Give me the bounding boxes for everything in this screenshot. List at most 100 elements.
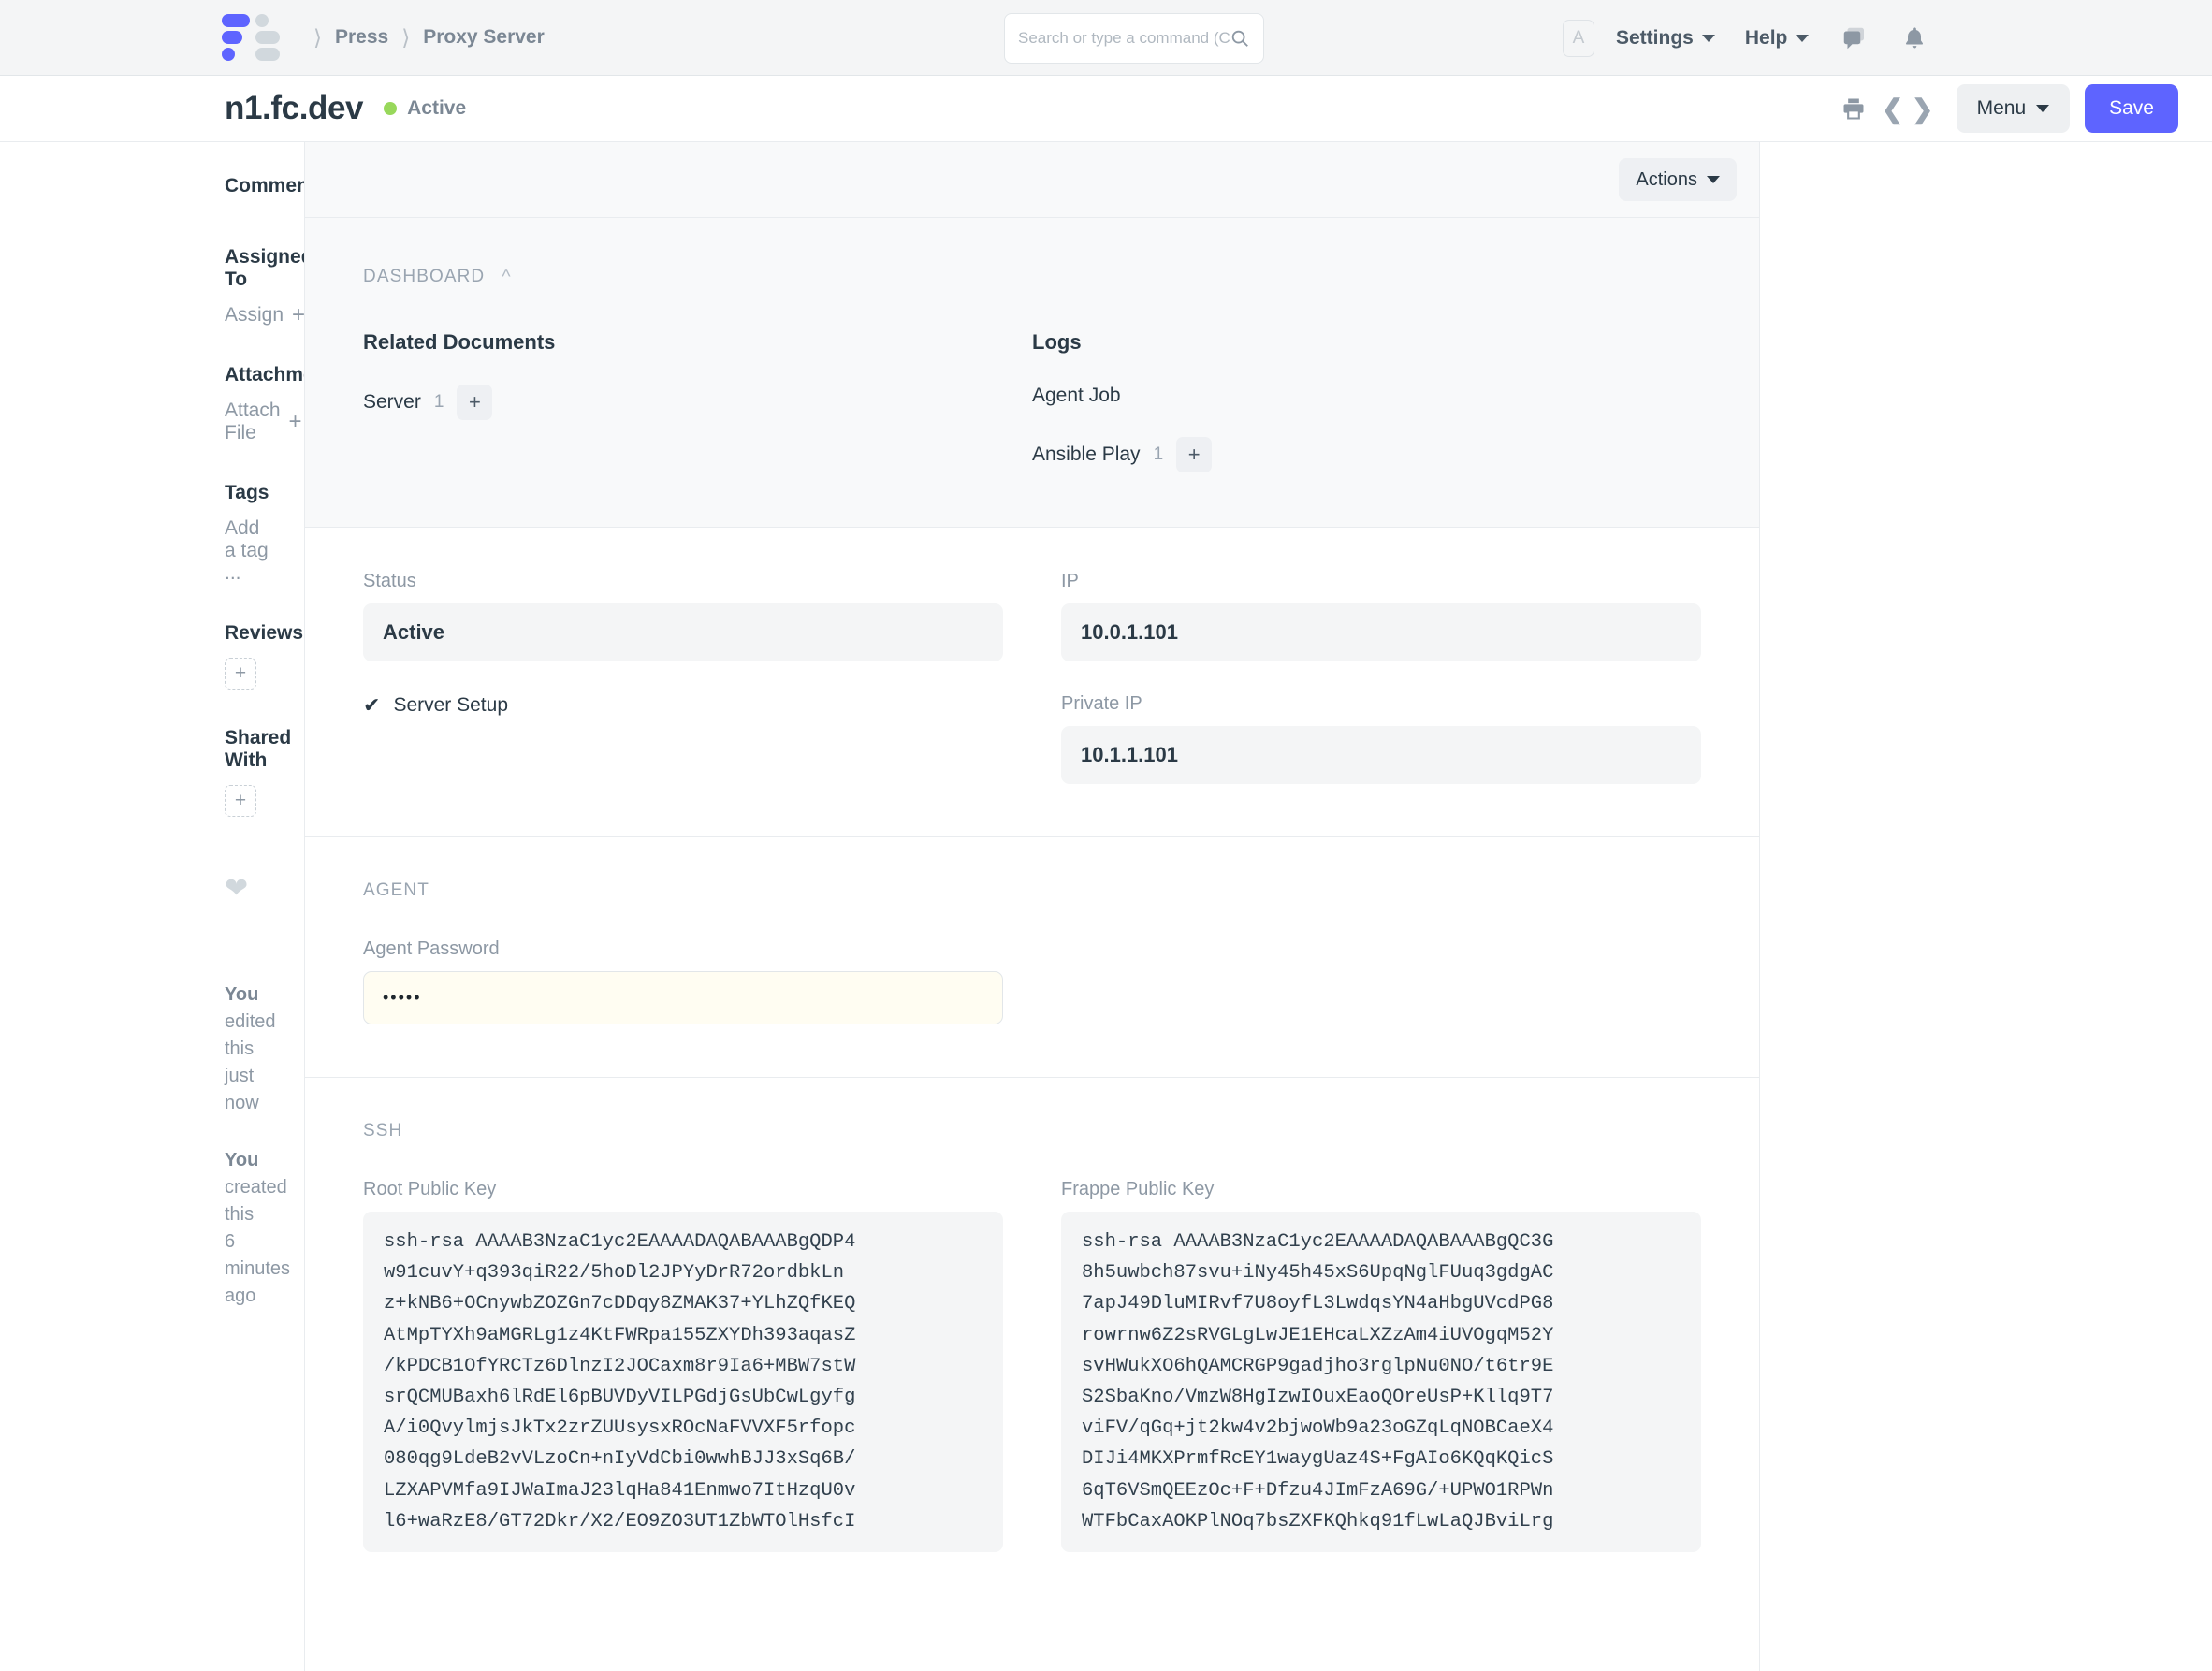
top-navbar: ⟩ Press ⟩ Proxy Server A Settings Help xyxy=(0,0,2212,76)
ssh-right-column: Frappe Public Key ssh-rsa AAAAB3NzaC1yc2… xyxy=(1061,1179,1701,1552)
add-server-button[interactable]: + xyxy=(457,385,492,420)
ip-field-label: IP xyxy=(1061,571,1701,592)
add-share-button[interactable]: + xyxy=(225,785,256,817)
assign-label: Assign xyxy=(225,304,284,327)
chevron-right-icon: ⟩ xyxy=(401,27,410,49)
search-box[interactable] xyxy=(1004,13,1264,64)
logs-title: Logs xyxy=(1032,330,1701,355)
form-actions-bar: Actions xyxy=(305,142,1759,218)
ssh-section: SSH Root Public Key ssh-rsa AAAAB3NzaC1y… xyxy=(305,1078,1759,1671)
breadcrumb-item-press[interactable]: Press xyxy=(335,26,388,49)
log-count: 1 xyxy=(1154,444,1164,465)
settings-dropdown[interactable]: Settings xyxy=(1616,27,1715,50)
chevron-down-icon xyxy=(2036,105,2049,112)
agent-password-input[interactable] xyxy=(363,971,1003,1024)
help-dropdown[interactable]: Help xyxy=(1745,27,1810,50)
related-document-label[interactable]: Server xyxy=(363,391,421,414)
agent-right-column xyxy=(1061,938,1701,1024)
sidebar-section-assigned-to: Assigned To Assign + xyxy=(225,246,270,327)
sidebar-section-reviews: Reviews + xyxy=(225,622,270,690)
breadcrumb-item-proxy-server[interactable]: Proxy Server xyxy=(423,26,545,49)
ssh-left-column: Root Public Key ssh-rsa AAAAB3NzaC1yc2EA… xyxy=(363,1179,1003,1552)
private-ip-field-label: Private IP xyxy=(1061,693,1701,715)
activity-created: You created this 6 minutes ago xyxy=(225,1147,270,1310)
help-label: Help xyxy=(1745,27,1788,50)
agent-left-column: Agent Password xyxy=(363,938,1003,1024)
ssh-section-label: SSH xyxy=(363,1121,1701,1141)
reviews-label: Reviews xyxy=(225,622,270,645)
activity-action: edited this xyxy=(225,1011,276,1059)
log-agent-job[interactable]: Agent Job xyxy=(1032,385,1701,407)
sidebar-section-attachments: Attachments Attach File + xyxy=(225,364,270,444)
dashboard-section-header[interactable]: DASHBOARD ^ xyxy=(363,267,1701,287)
root-public-key-value[interactable]: ssh-rsa AAAAB3NzaC1yc2EAAAADAQABAAABgQDP… xyxy=(363,1212,1003,1552)
menu-button[interactable]: Menu xyxy=(1957,84,2071,133)
settings-label: Settings xyxy=(1616,27,1694,50)
assign-button[interactable]: Assign + xyxy=(225,304,270,327)
chevron-up-icon[interactable]: ^ xyxy=(502,268,512,286)
form-container: Actions DASHBOARD ^ Related Documents Se… xyxy=(304,142,1760,1671)
page-body: Comments 0 Assigned To Assign + Attachme… xyxy=(0,141,2212,1671)
search-icon[interactable] xyxy=(1230,28,1250,49)
add-review-button[interactable]: + xyxy=(225,658,256,690)
menu-label: Menu xyxy=(1977,97,2027,120)
details-right-column: IP 10.0.1.101 Private IP 10.1.1.101 xyxy=(1061,571,1701,784)
activity-actor: You xyxy=(225,984,258,1005)
sidebar-section-tags: Tags Add a tag ... xyxy=(225,482,270,585)
plus-icon: + xyxy=(289,411,302,433)
related-document-server[interactable]: Server 1 + xyxy=(363,385,1032,420)
notifications-chat-icon[interactable] xyxy=(1839,22,1870,54)
next-document-button[interactable]: ❯ xyxy=(1908,90,1938,127)
assigned-to-label: Assigned To xyxy=(225,246,270,291)
frappe-public-key-label: Frappe Public Key xyxy=(1061,1179,1701,1200)
related-document-count: 1 xyxy=(434,392,444,413)
page-header: n1.fc.dev Active ❮ ❯ Menu Save xyxy=(0,76,2212,141)
save-button[interactable]: Save xyxy=(2085,84,2178,133)
breadcrumb: ⟩ Press ⟩ Proxy Server xyxy=(0,14,545,61)
document-sidebar: Comments 0 Assigned To Assign + Attachme… xyxy=(0,142,304,1671)
log-label[interactable]: Ansible Play xyxy=(1032,443,1141,466)
dashboard-section: DASHBOARD ^ Related Documents Server 1 +… xyxy=(305,218,1759,528)
right-empty-pane xyxy=(1760,142,2212,1671)
attach-file-label: Attach File xyxy=(225,400,281,444)
actions-label: Actions xyxy=(1636,169,1697,191)
chevron-right-icon: ⟩ xyxy=(313,27,322,49)
log-ansible-play[interactable]: Ansible Play 1 + xyxy=(1032,437,1701,472)
add-ansible-play-button[interactable]: + xyxy=(1176,437,1212,472)
add-tag-input[interactable]: Add a tag ... xyxy=(225,517,270,585)
bell-icon[interactable] xyxy=(1899,22,1930,54)
activity-time: 6 minutes ago xyxy=(225,1231,290,1306)
activity-action: created this xyxy=(225,1177,287,1225)
chevron-down-icon xyxy=(1702,35,1715,42)
private-ip-field-value[interactable]: 10.1.1.101 xyxy=(1061,726,1701,784)
log-label[interactable]: Agent Job xyxy=(1032,385,1121,407)
field-server-setup[interactable]: ✔ Server Setup xyxy=(363,693,1003,718)
like-heart-icon[interactable]: ❤ xyxy=(225,875,270,903)
actions-dropdown-button[interactable]: Actions xyxy=(1619,158,1737,201)
tags-label: Tags xyxy=(225,482,270,504)
chevron-down-icon xyxy=(1796,35,1809,42)
status-label: Active xyxy=(407,97,466,120)
agent-section: AGENT Agent Password xyxy=(305,837,1759,1078)
status-field-value[interactable]: Active xyxy=(363,603,1003,661)
status-dot-icon xyxy=(384,102,397,115)
attach-file-button[interactable]: Attach File + xyxy=(225,400,270,444)
frappe-public-key-value[interactable]: ssh-rsa AAAAB3NzaC1yc2EAAAADAQABAAABgQC3… xyxy=(1061,1212,1701,1552)
previous-document-button[interactable]: ❮ xyxy=(1878,90,1908,127)
sidebar-section-shared-with: Shared With + xyxy=(225,727,270,817)
details-section: Status Active ✔ Server Setup IP 10.0.1.1… xyxy=(305,528,1759,837)
page-title: n1.fc.dev xyxy=(225,90,363,127)
print-icon[interactable] xyxy=(1835,90,1872,127)
dashboard-section-label: DASHBOARD xyxy=(363,267,485,287)
chevron-down-icon xyxy=(1707,176,1720,183)
ip-field-value[interactable]: 10.0.1.101 xyxy=(1061,603,1701,661)
check-icon: ✔ xyxy=(363,693,380,718)
search-input[interactable] xyxy=(1018,29,1230,48)
activity-edited: You edited this just now xyxy=(225,981,270,1117)
shared-with-label: Shared With xyxy=(225,727,270,772)
frappe-logo-icon[interactable] xyxy=(222,14,280,61)
avatar[interactable]: A xyxy=(1563,20,1594,57)
logs-column: Logs Agent Job Ansible Play 1 + xyxy=(1032,330,1701,472)
sidebar-item-comments[interactable]: Comments 0 xyxy=(225,170,270,202)
activity-time: just now xyxy=(225,1066,259,1113)
